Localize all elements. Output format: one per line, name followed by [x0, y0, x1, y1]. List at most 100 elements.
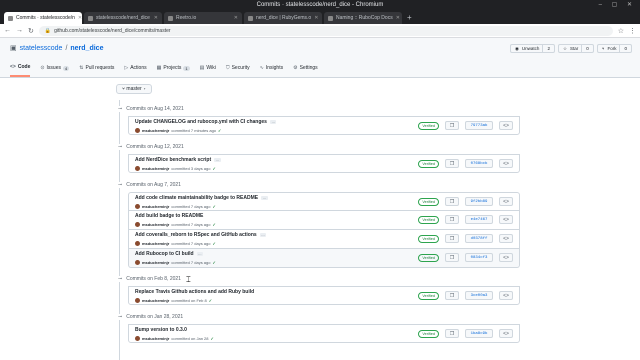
avatar[interactable] [135, 298, 140, 303]
reload-icon[interactable]: ↻ [28, 27, 34, 35]
avatar[interactable] [135, 260, 140, 265]
verified-badge[interactable]: Verified [418, 121, 439, 130]
author-link[interactable]: msducheminjr [142, 222, 169, 227]
check-icon[interactable]: ✓ [212, 204, 215, 209]
check-icon[interactable]: ✓ [212, 260, 215, 265]
close-tab-icon[interactable]: ✕ [234, 12, 238, 24]
check-icon[interactable]: ✓ [212, 222, 215, 227]
tab-security[interactable]: ⛉ Security [226, 64, 250, 77]
copy-sha-button[interactable]: ❐ [445, 329, 459, 338]
browser-tab[interactable]: Reetro.io ✕ [164, 12, 242, 24]
expand-ellipsis-button[interactable]: … [269, 120, 277, 124]
browse-code-button[interactable]: <> [499, 215, 513, 224]
browser-tab[interactable]: Commits · statelesscode/n ✕ [4, 12, 82, 24]
avatar[interactable] [135, 166, 140, 171]
commit-sha-link[interactable]: 1ba8c9b [465, 329, 493, 338]
repo-name-link[interactable]: nerd_dice [70, 45, 103, 52]
forward-icon[interactable]: → [16, 27, 23, 34]
avatar[interactable] [135, 336, 140, 341]
commit-sha-link[interactable]: d0378ff [465, 234, 493, 243]
commit-sha-link[interactable]: e4e7467 [465, 215, 493, 224]
expand-ellipsis-button[interactable]: … [196, 252, 204, 256]
commit-message-link[interactable]: Replace Travis Github actions and add Ru… [135, 289, 254, 295]
verified-badge[interactable]: Verified [418, 291, 439, 300]
commit-message-link[interactable]: Add build badge to README [135, 213, 203, 219]
copy-sha-button[interactable]: ❐ [445, 121, 459, 130]
browse-code-button[interactable]: <> [499, 291, 513, 300]
tab-settings[interactable]: ⚙ Settings [293, 64, 318, 77]
close-tab-icon[interactable]: ✕ [78, 12, 82, 24]
commit-message-link[interactable]: Bump version to 0.3.0 [135, 327, 187, 333]
author-link[interactable]: msducheminjr [142, 204, 169, 209]
verified-badge[interactable]: Verified [418, 253, 439, 262]
verified-badge[interactable]: Verified [418, 329, 439, 338]
expand-ellipsis-button[interactable]: … [259, 233, 267, 237]
tab-issues[interactable]: ⊙ Issues 4 [40, 64, 70, 77]
close-tab-icon[interactable]: ✕ [396, 12, 400, 24]
copy-sha-button[interactable]: ❐ [445, 234, 459, 243]
author-link[interactable]: msducheminjr [142, 336, 169, 341]
verified-badge[interactable]: Verified [418, 215, 439, 224]
tab-actions[interactable]: ▷ Actions [124, 64, 146, 77]
author-link[interactable]: msducheminjr [142, 260, 169, 265]
browse-code-button[interactable]: <> [499, 253, 513, 262]
check-icon[interactable]: ✓ [212, 166, 215, 171]
avatar[interactable] [135, 241, 140, 246]
avatar[interactable] [135, 222, 140, 227]
tab-wiki[interactable]: ▤ Wiki [200, 64, 216, 77]
browse-code-button[interactable]: <> [499, 329, 513, 338]
author-link[interactable]: msducheminjr [142, 166, 169, 171]
expand-ellipsis-button[interactable]: … [214, 158, 221, 162]
commit-message-link[interactable]: Update CHANGELOG and rubocop.yml with CI… [135, 119, 277, 125]
commit-message-link[interactable]: Add Rubocop to CI build… [135, 251, 204, 257]
check-icon[interactable]: ✓ [210, 336, 213, 341]
check-icon[interactable]: ✓ [212, 241, 215, 246]
commit-sha-link[interactable]: 3ce00a3 [465, 291, 493, 300]
copy-sha-button[interactable]: ❐ [445, 253, 459, 262]
verified-badge[interactable]: Verified [418, 197, 439, 206]
repo-owner-link[interactable]: statelesscode [20, 45, 63, 52]
close-tab-icon[interactable]: ✕ [314, 12, 318, 24]
avatar[interactable] [135, 128, 140, 133]
branch-select-button[interactable]: ⑂ master ▾ [116, 84, 153, 94]
author-link[interactable]: msducheminjr [142, 241, 169, 246]
commit-sha-link[interactable]: 79773ab [465, 121, 493, 130]
commit-message-link[interactable]: Add NerdDice benchmark script… [135, 157, 221, 163]
commit-sha-link[interactable]: 9f2bb89 [465, 197, 493, 206]
tab-code[interactable]: <> Code [10, 64, 31, 77]
browse-code-button[interactable]: <> [499, 121, 513, 130]
star-bookmark-icon[interactable]: ☆ [618, 27, 624, 35]
avatar[interactable] [135, 204, 140, 209]
fork-button[interactable]: ⑂ Fork 0 [596, 44, 632, 53]
expand-ellipsis-button[interactable]: … [261, 196, 268, 200]
copy-sha-button[interactable]: ❐ [445, 159, 459, 168]
commit-message-link[interactable]: Add coveralls_reborn to RSpec and GitHub… [135, 232, 267, 238]
star-button[interactable]: ☆ Star 0 [557, 44, 594, 53]
tab-insights[interactable]: ∿ Insights [260, 64, 283, 77]
verified-badge[interactable]: Verified [418, 159, 439, 168]
browse-code-button[interactable]: <> [499, 197, 513, 206]
copy-sha-button[interactable]: ❐ [445, 215, 459, 224]
new-tab-button[interactable]: + [404, 12, 415, 24]
tab-pull-requests[interactable]: ⇅ Pull requests [79, 64, 114, 77]
commit-sha-link[interactable]: 0768bcb [465, 159, 493, 168]
window-controls[interactable]: – ▢ ✕ [599, 0, 636, 10]
close-tab-icon[interactable]: ✕ [154, 12, 158, 24]
author-link[interactable]: msducheminjr [142, 128, 169, 133]
commit-sha-link[interactable]: 0834cf3 [465, 253, 493, 262]
check-icon[interactable]: ✓ [218, 128, 221, 133]
browser-tab[interactable]: Naming :: RuboCop Docs ✕ [324, 12, 402, 24]
unwatch-button[interactable]: ◉ Unwatch 2 [509, 44, 555, 53]
browse-code-button[interactable]: <> [499, 159, 513, 168]
address-bar[interactable]: 🔒 github.com/statelesscode/nerd_dice/comm… [38, 25, 613, 36]
copy-sha-button[interactable]: ❐ [445, 291, 459, 300]
verified-badge[interactable]: Verified [418, 234, 439, 243]
tab-projects[interactable]: ▦ Projects 1 [157, 64, 190, 77]
commit-message-link[interactable]: Add code climate maintainability badge t… [135, 195, 268, 201]
author-link[interactable]: msducheminjr [142, 298, 169, 303]
back-icon[interactable]: ← [4, 27, 11, 34]
browser-tab[interactable]: nerd_dice | RubyGems.o ✕ [244, 12, 322, 24]
browse-code-button[interactable]: <> [499, 234, 513, 243]
menu-icon[interactable]: ⋮ [629, 27, 636, 35]
browser-tab[interactable]: statelesscode/nerd_dice ✕ [84, 12, 162, 24]
